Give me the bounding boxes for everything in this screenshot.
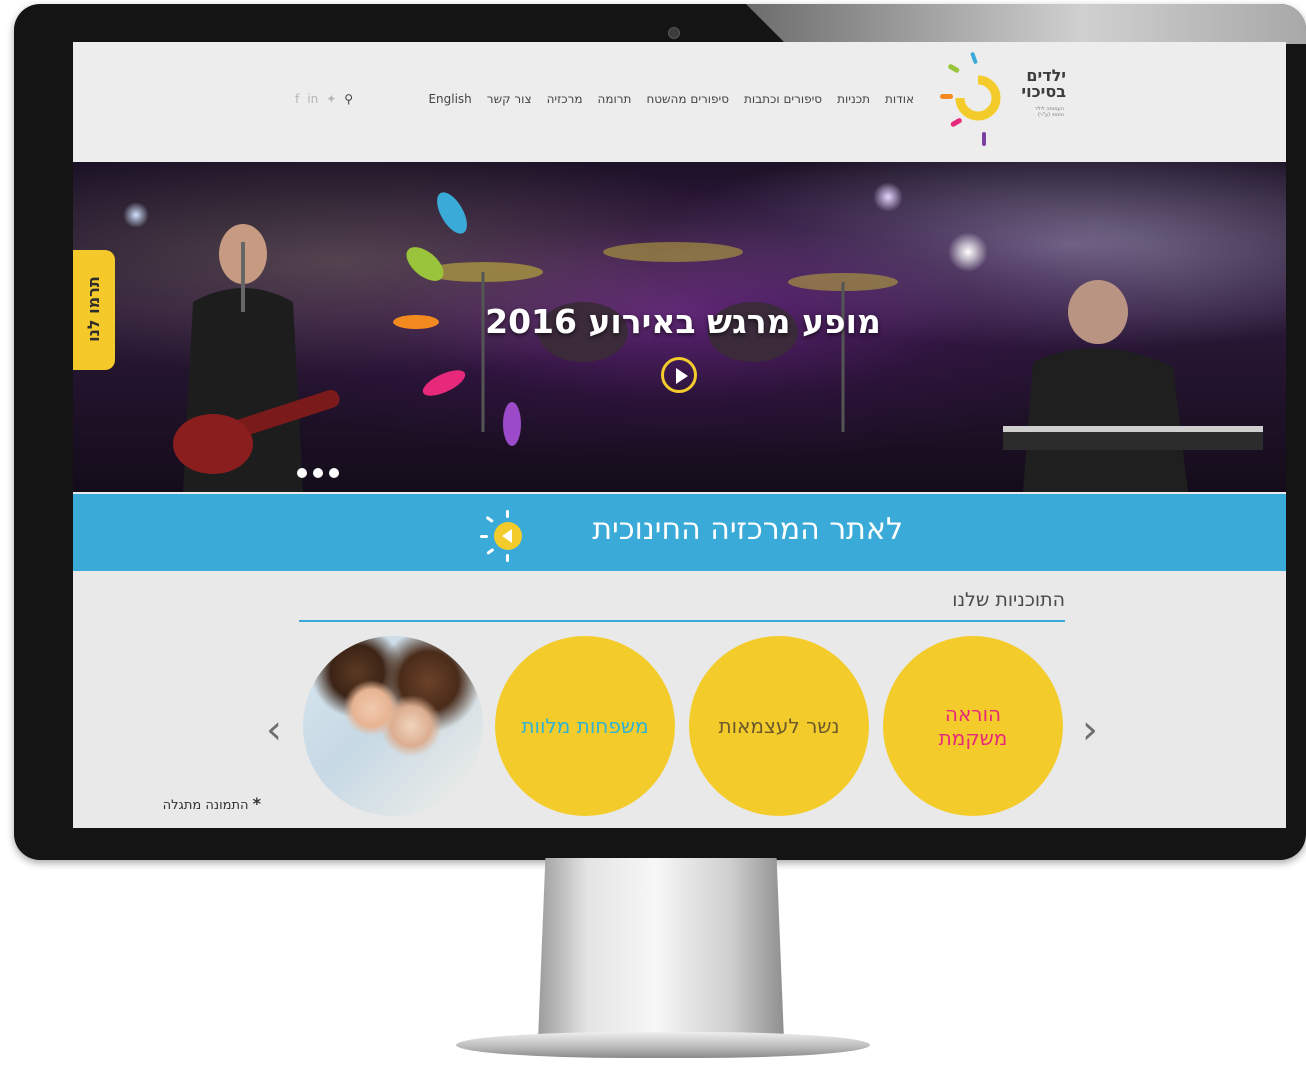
monitor-frame: ילדים בסיכוי העמותה לילד החסוי (ע"ר) אוד… (14, 4, 1306, 860)
nav-item-programs[interactable]: תכניות (837, 91, 870, 107)
program-circle-bridge-to-independence[interactable]: נשר לעצמאות (689, 636, 869, 816)
site-header: ילדים בסיכוי העמותה לילד החסוי (ע"ר) אוד… (73, 42, 1286, 162)
site-logo[interactable]: ילדים בסיכוי העמותה לילד החסוי (ע"ר) (938, 48, 1070, 148)
program-label: נשר לעצמאות (718, 714, 840, 738)
website-screen: ילדים בסיכוי העמותה לילד החסוי (ע"ר) אוד… (73, 42, 1286, 828)
logo-subtitle: העמותה לילד החסוי (ע"ר) (1008, 106, 1064, 118)
petal-orange (393, 315, 439, 329)
logo-title-line2: בסיכוי (1021, 82, 1066, 101)
program-label-line1: הוראה (944, 702, 1002, 726)
hero-title: מופע מרגש באירוע 2016 (485, 302, 881, 341)
monitor-stand-neck (538, 858, 784, 1040)
education-center-label: לאתר המרכזיה החינוכית (592, 512, 903, 547)
play-video-button[interactable] (661, 357, 697, 393)
photo-note-text: התמונה מתגלה (162, 798, 249, 813)
logo-title: ילדים בסיכוי (996, 68, 1066, 100)
nav-item-stories[interactable]: סיפורים וכתבות (744, 91, 822, 107)
photo-note: * התמונה מתגלה (129, 796, 261, 814)
slider-dot-1[interactable] (297, 468, 307, 478)
nav-item-contact[interactable]: צור קשר (487, 91, 532, 107)
nav-item-center[interactable]: מרכזיה (547, 91, 583, 107)
nav-item-donation[interactable]: תרומה (598, 91, 632, 107)
program-circle-remedial-teaching[interactable]: הוראה משקמת (883, 636, 1063, 816)
program-label: הוראה משקמת (883, 702, 1063, 750)
linkedin-icon[interactable]: in (307, 91, 318, 107)
stage-light (948, 232, 988, 272)
monitor-stand-base (456, 1032, 870, 1058)
hero-slider: מופע מרגש באירוע 2016 תרמו לנו (73, 162, 1286, 492)
programs-divider (299, 620, 1065, 622)
main-nav: אודות תכניות סיפורים וכתבות סיפורים מהשט… (428, 91, 914, 107)
petal-purple (503, 402, 521, 446)
donate-label: תרמו לנו (84, 276, 103, 342)
social-icons: f in ✦ ⚲ (295, 91, 353, 107)
education-center-banner[interactable]: לאתר המרכזיה החינוכית (73, 494, 1286, 571)
children-photo-circle[interactable] (303, 636, 483, 816)
nav-item-english[interactable]: English (428, 91, 471, 107)
monitor-sheen (746, 4, 1306, 44)
program-label-line2: משקמת (938, 726, 1008, 750)
logo-subtitle-line2: החסוי (ע"ר) (1037, 112, 1064, 118)
search-icon[interactable]: ⚲ (344, 91, 353, 107)
programs-title: התוכניות שלנו (952, 589, 1065, 611)
nav-item-field-stories[interactable]: סיפורים מהשטח (646, 91, 729, 107)
camera-icon (668, 27, 680, 39)
stage-light (123, 202, 149, 228)
nav-item-about[interactable]: אודות (885, 91, 914, 107)
asterisk-icon: * (252, 794, 261, 813)
keyboardist-figure (1003, 280, 1263, 492)
slider-dot-3[interactable] (329, 468, 339, 478)
slider-dots (297, 468, 339, 478)
slider-dot-2[interactable] (313, 468, 323, 478)
twitter-icon[interactable]: ✦ (326, 91, 336, 107)
sun-icon (480, 510, 522, 562)
donate-tab[interactable]: תרמו לנו (73, 250, 115, 370)
carousel-prev-arrow[interactable]: ‹ (259, 708, 289, 752)
program-label: משפחות מלוות (521, 714, 649, 738)
carousel-next-arrow[interactable]: › (1075, 708, 1105, 752)
facebook-icon[interactable]: f (295, 91, 299, 107)
program-circle-accompanying-families[interactable]: משפחות מלוות (495, 636, 675, 816)
guitarist-figure (173, 224, 340, 492)
